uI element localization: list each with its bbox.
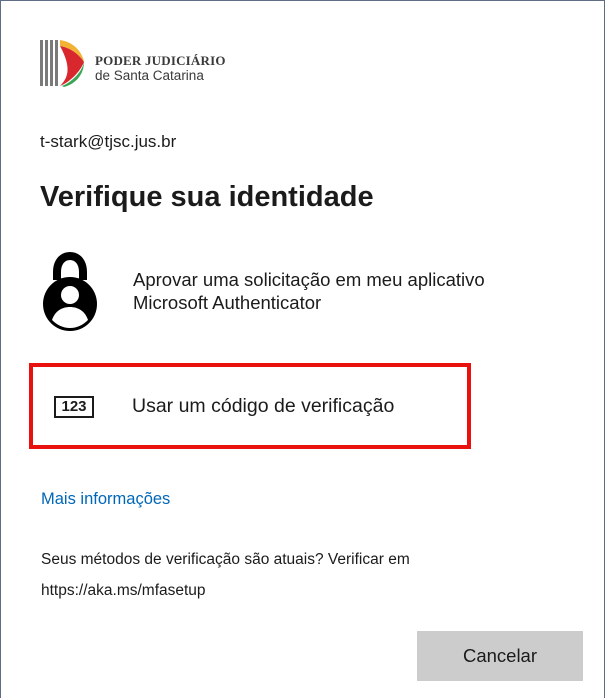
dialog-frame: PODER JUDICIÁRIO de Santa Catarina t-sta… bbox=[0, 0, 605, 698]
tjsc-logo-icon bbox=[40, 40, 84, 87]
lock-person-icon bbox=[43, 252, 97, 331]
account-email: t-stark@tjsc.jus.br bbox=[40, 132, 177, 151]
logo-title: PODER JUDICIÁRIO bbox=[95, 53, 226, 68]
page-title: Verifique sua identidade bbox=[40, 181, 374, 213]
option-code-label: Usar um código de verificação bbox=[132, 395, 395, 417]
option-authenticator-approve[interactable]: Aprovar uma solicitação em meu aplicativ… bbox=[29, 249, 485, 333]
option-verification-code[interactable]: 123 Usar um código de verificação bbox=[29, 363, 471, 449]
cancel-button[interactable]: Cancelar bbox=[417, 631, 583, 681]
tjsc-logo: PODER JUDICIÁRIO de Santa Catarina bbox=[40, 38, 280, 88]
verification-methods-info: Seus métodos de verificação são atuais? … bbox=[41, 551, 410, 599]
code-123-icon: 123 bbox=[54, 396, 94, 418]
logo-subtitle: de Santa Catarina bbox=[95, 68, 204, 83]
option-authenticator-label: Aprovar uma solicitação em meu aplicativ… bbox=[133, 269, 485, 313]
more-info-link[interactable]: Mais informações bbox=[41, 490, 170, 509]
